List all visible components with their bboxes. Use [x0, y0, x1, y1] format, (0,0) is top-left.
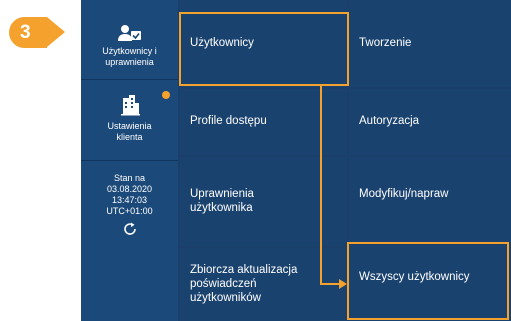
- status-timezone: UTC+01:00: [106, 206, 153, 216]
- menu-item-modify-repair[interactable]: Modyfikuj/napraw: [349, 157, 511, 243]
- menu-item-label: Wszyscy użytkownicy: [359, 271, 470, 283]
- status-date: 03.08.2020: [106, 184, 153, 194]
- connector-arrow-icon: [339, 279, 347, 289]
- menu-item-label: Modyfikuj/napraw: [359, 188, 449, 200]
- sidebar-item-users-permissions[interactable]: Użytkownicy i uprawnienia: [81, 0, 178, 80]
- menu-item-all-users[interactable]: Wszyscy użytkownicy: [349, 245, 511, 321]
- status-label: Stan na: [113, 173, 146, 183]
- menu-item-label: Zbiorcza aktualizacja poświadczeń użytko…: [190, 264, 298, 304]
- refresh-icon[interactable]: [81, 221, 178, 237]
- sidebar-status-panel: Stan na 03.08.2020 13:47:03 UTC+01:00: [81, 161, 178, 321]
- menu-item-label: Uprawnienia użytkownika: [190, 188, 254, 214]
- step-number: 3: [20, 21, 31, 43]
- menu-item-label: Profile dostępu: [190, 115, 267, 127]
- menu-item-label: Tworzenie: [359, 37, 412, 49]
- sidebar-item-client-settings[interactable]: Ustawienia klienta: [81, 80, 178, 161]
- sidebar-item-label: Ustawienia klienta: [107, 121, 152, 142]
- menu-item-authorization[interactable]: Autoryzacja: [349, 89, 511, 155]
- menu-item-users[interactable]: Użytkownicy: [180, 0, 347, 87]
- menu-item-label: Autoryzacja: [359, 115, 420, 127]
- status-time: 13:47:03: [111, 195, 148, 205]
- connector-line-horizontal: [320, 283, 340, 285]
- step-pointer-arrow: [47, 17, 65, 47]
- users-check-icon: [81, 24, 178, 42]
- sidebar-item-label: Użytkownicy i uprawnienia: [102, 46, 157, 67]
- notification-dot: [162, 91, 170, 99]
- menu-item-create[interactable]: Tworzenie: [349, 0, 511, 87]
- step-number-badge: 3: [9, 17, 47, 48]
- connector-line-vertical: [320, 86, 322, 285]
- menu-item-label: Użytkownicy: [190, 37, 254, 49]
